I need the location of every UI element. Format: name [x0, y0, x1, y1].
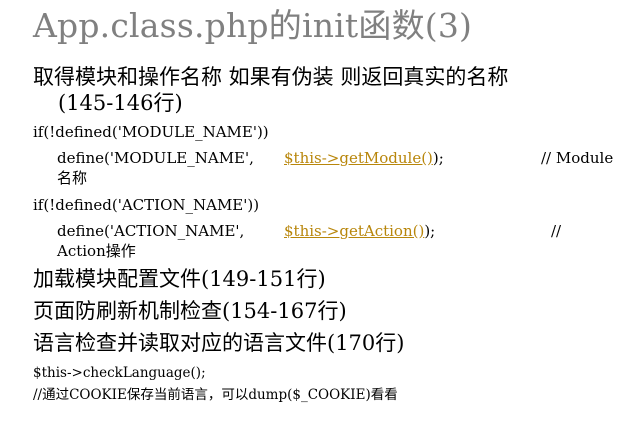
define-action-prefix: define('ACTION_NAME',: [57, 222, 245, 240]
point-4: 语言检查并读取对应的语言文件(170行): [33, 331, 405, 355]
action-comment-part-1: //: [551, 222, 562, 240]
define-module-prefix: define('MODULE_NAME',: [57, 149, 254, 167]
module-comment-part-2: 名称: [57, 169, 88, 187]
code-define-module-call-wrap: $this->getModule());: [284, 148, 444, 168]
code-check-language: $this->checkLanguage();: [33, 365, 206, 381]
get-module-link[interactable]: $this->getModule(): [284, 149, 433, 167]
point-1-line-1: 取得模块和操作名称 如果有伪装 则返回真实的名称: [33, 65, 509, 89]
point-2: 加载模块配置文件(149-151行): [33, 267, 326, 291]
action-comment-part-2: Action操作: [57, 242, 136, 260]
code-define-action: define('ACTION_NAME',: [57, 221, 244, 241]
code-define-action-call-wrap: $this->getAction());: [284, 221, 435, 241]
slide: { "slide": { "title": "App.class.php的ini…: [0, 0, 634, 447]
module-comment-part-1: // Module: [541, 149, 614, 167]
get-action-link[interactable]: $this->getAction(): [284, 222, 424, 240]
code-if-action: if(!defined('ACTION_NAME')): [33, 196, 260, 214]
code-language-comment: //通过COOKIE保存当前语言，可以dump($_COOKIE)看看: [33, 387, 398, 403]
slide-title: App.class.php的init函数(3): [33, 6, 473, 45]
code-if-module: if(!defined('MODULE_NAME')): [33, 123, 269, 141]
define-action-semicolon: );: [424, 222, 436, 240]
point-1-line-2: (145-146行): [58, 91, 183, 115]
point-3: 页面防刷新机制检查(154-167行): [33, 299, 347, 323]
define-module-semicolon: );: [432, 149, 444, 167]
code-define-module: define('MODULE_NAME',: [57, 148, 254, 168]
